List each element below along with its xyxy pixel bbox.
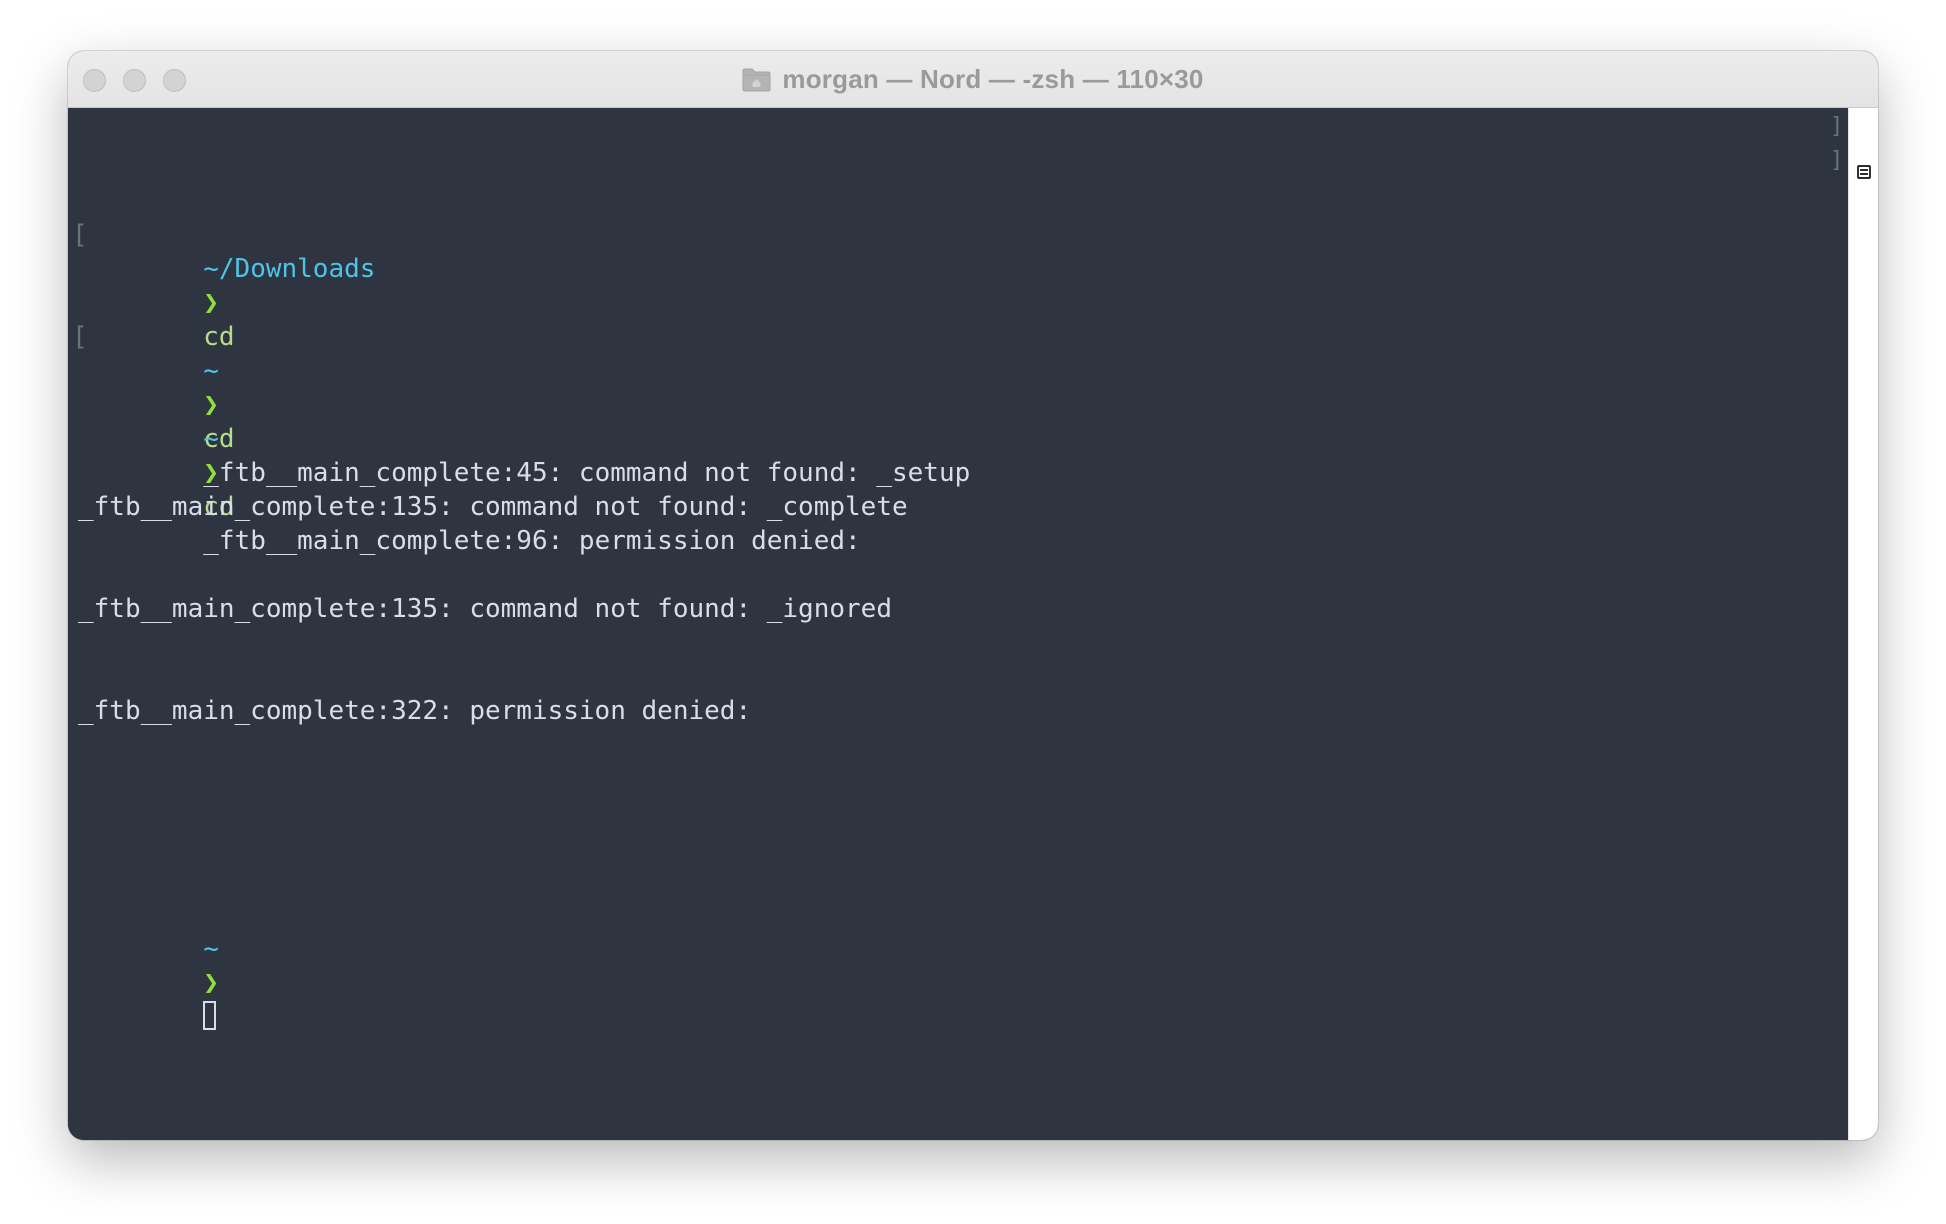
output-text: _ftb__main_complete:45: command not foun…	[203, 458, 971, 488]
text-cursor[interactable]	[203, 1001, 217, 1030]
output-line: _ftb__main_complete:322: permission deni…	[78, 696, 752, 726]
terminal-line: [ ~ ❯ cd _ftb__main_complete:45: command…	[72, 286, 970, 488]
terminal-content[interactable]: ] ] [ ~/Downloads ❯ cd [ ~ ❯ cd _ftb__ma…	[68, 108, 1848, 1140]
terminal-line: [ ~/Downloads ❯ cd	[72, 184, 970, 352]
mark-bracket: [	[72, 220, 88, 250]
mark-bracket: ]	[1830, 148, 1844, 173]
prompt-arrow: ❯	[203, 458, 219, 488]
prompt-path: ~	[203, 424, 219, 454]
prompt-path: ~/Downloads	[203, 254, 376, 284]
folder-home-icon	[742, 67, 771, 92]
window-title: morgan — Nord — -zsh — 110×30	[782, 64, 1204, 94]
prompt-path: ~	[203, 934, 219, 964]
scrollbar[interactable]	[1848, 108, 1878, 1140]
prompt-line: ~ ❯	[78, 898, 970, 1030]
title-bar[interactable]: morgan — Nord — -zsh — 110×30	[68, 51, 1878, 108]
prompt-arrow: ❯	[203, 968, 219, 998]
mark-bracket: ]	[1830, 114, 1844, 139]
marks-list-icon[interactable]	[1857, 165, 1871, 179]
terminal-line: ~ ❯ cd _ftb__main_complete:96: permissio…	[78, 388, 970, 556]
output-text: _ftb__main_complete:96: permission denie…	[203, 526, 861, 556]
prompt-path: ~	[203, 356, 219, 386]
title-wrap: morgan — Nord — -zsh — 110×30	[68, 51, 1878, 108]
terminal-window: morgan — Nord — -zsh — 110×30 ] ] [ ~/Do…	[68, 51, 1878, 1140]
output-line: _ftb__main_complete:135: command not fou…	[78, 594, 892, 624]
command-text: cd	[203, 322, 235, 352]
output-line: _ftb__main_complete:135: command not fou…	[78, 492, 908, 522]
terminal-lines: [ ~/Downloads ❯ cd [ ~ ❯ cd _ftb__main_c…	[72, 116, 970, 1030]
mark-bracket: [	[72, 322, 88, 352]
